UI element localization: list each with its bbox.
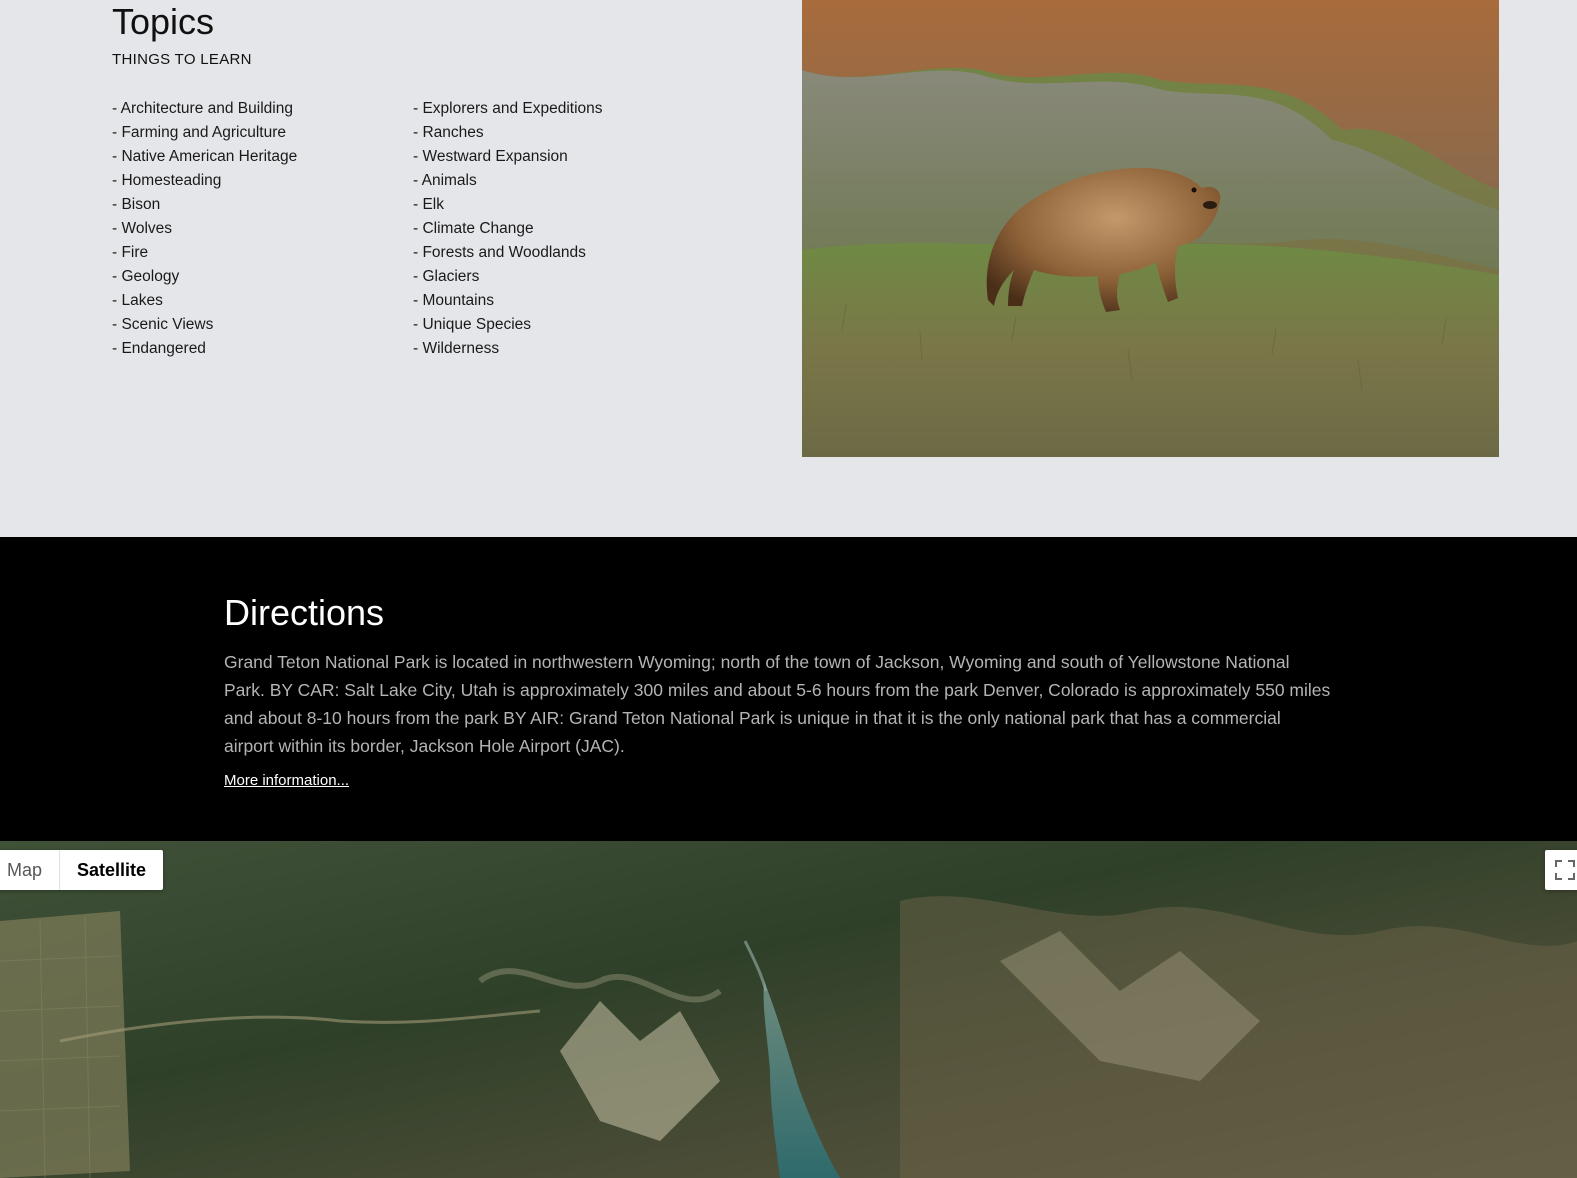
satellite-map[interactable]: Map Satellite [0,841,1577,1178]
map-view-button[interactable]: Map [0,850,59,890]
topics-title: Topics [112,1,215,42]
topic-item: - Lakes [112,292,163,309]
topic-item: - Animals [413,172,477,189]
topic-item: - Geology [112,268,180,285]
map-type-toggle: Map Satellite [0,850,164,890]
satellite-terrain [0,841,1577,1178]
topic-item: - Ranches [413,124,484,141]
topic-item: - Homesteading [112,172,222,189]
topic-item: - Glaciers [413,268,480,285]
topic-item: - Scenic Views [112,316,214,333]
topic-item: - Fire [112,244,149,261]
topic-item: - Elk [413,196,444,213]
topics-subtitle: THINGS TO LEARN [112,51,252,68]
topic-item: - Forests and Woodlands [413,244,586,261]
topic-item: - Wolves [112,220,173,237]
directions-title: Directions [224,592,385,633]
topic-item: - Native American Heritage [112,148,298,165]
topic-item: - Explorers and Expeditions [413,100,603,117]
topic-item: - Endangered [112,340,206,357]
topics-list-left: - Architecture and Building - Farming an… [112,97,297,361]
grizzly-bear-photo [802,0,1499,457]
topics-list-right: - Explorers and Expeditions - Ranches - … [413,97,603,361]
topic-item: - Architecture and Building [112,100,293,117]
grizzly-bear-illustration [802,0,1499,457]
directions-text: Grand Teton National Park is located in … [224,652,1331,756]
topic-item: - Climate Change [413,220,534,237]
topic-item: - Unique Species [413,316,532,333]
topic-item: - Mountains [413,292,494,309]
directions-section: Directions Grand Teton National Park is … [0,537,1577,841]
topic-item: - Wilderness [413,340,500,357]
topic-item: - Westward Expansion [413,148,568,165]
more-information-link[interactable]: More information... [224,772,349,789]
topics-section: Topics THINGS TO LEARN - Architecture an… [0,0,1577,537]
topic-item: - Farming and Agriculture [112,124,287,141]
fullscreen-button[interactable] [1545,850,1577,890]
fullscreen-icon [1555,860,1575,880]
topic-item: - Bison [112,196,161,213]
satellite-view-button[interactable]: Satellite [59,850,163,890]
